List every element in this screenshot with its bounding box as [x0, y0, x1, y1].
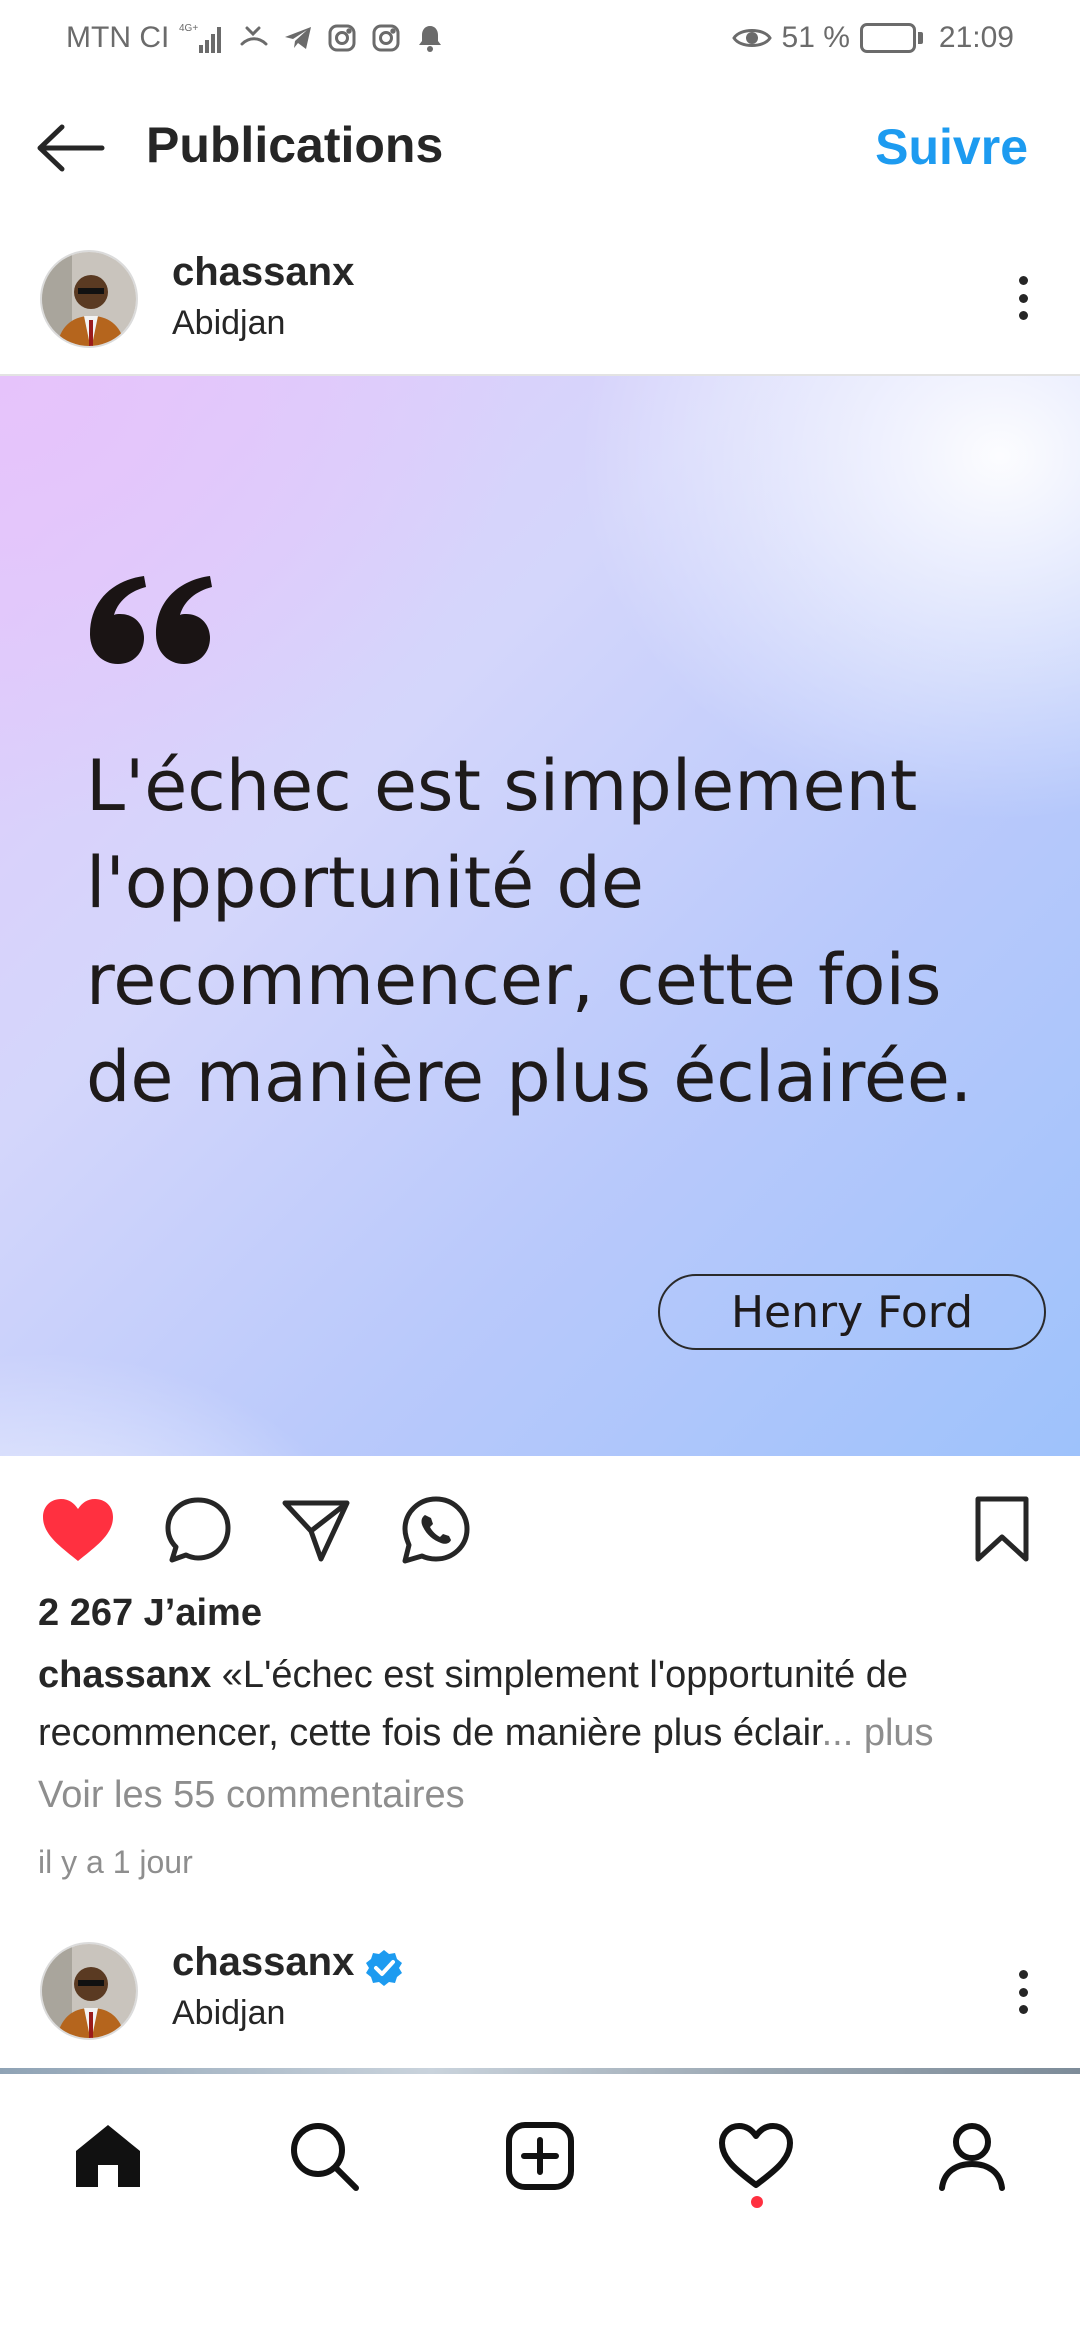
carrier-label: MTN CI — [66, 21, 170, 54]
avatar[interactable] — [40, 1942, 138, 2040]
top-bar: Publications Suivre — [0, 100, 1080, 196]
battery-percent: 51 % — [781, 21, 850, 54]
more-options-button[interactable] — [1008, 1962, 1038, 2022]
avatar-image — [42, 1944, 136, 2038]
save-button[interactable] — [964, 1492, 1040, 1568]
next-post-username[interactable]: chassanx — [172, 1940, 354, 1985]
post-header: chassanx Abidjan — [0, 240, 1080, 372]
create-icon — [506, 2122, 574, 2190]
back-button[interactable] — [34, 118, 114, 178]
comment-icon — [165, 1497, 231, 1563]
avatar[interactable] — [40, 250, 138, 348]
share-button[interactable] — [278, 1492, 354, 1568]
next-post-location[interactable]: Abidjan — [172, 1994, 285, 2033]
bookmark-icon — [975, 1496, 1029, 1562]
profile-icon — [939, 2123, 1005, 2191]
status-bar: MTN CI 4G+ 51 % 21:09 — [0, 0, 1080, 76]
caption-username[interactable]: chassanx — [38, 1654, 211, 1696]
likes-count[interactable]: 2 267 J’aime — [38, 1592, 262, 1635]
follow-button[interactable]: Suivre — [875, 118, 1028, 176]
post-timestamp: il y a 1 jour — [38, 1844, 193, 1880]
status-right: 51 % 21:09 — [731, 21, 1014, 55]
telegram-icon — [281, 21, 315, 55]
send-icon — [282, 1500, 350, 1562]
clock: 21:09 — [938, 21, 1014, 54]
quote-author: Henry Ford — [658, 1274, 1046, 1350]
instagram-icon — [369, 21, 403, 55]
avatar-image — [42, 252, 136, 346]
like-button[interactable] — [40, 1492, 116, 1568]
post-image[interactable]: L'échec est simplement l'opportunité de … — [0, 376, 1080, 1456]
nav-profile[interactable] — [932, 2116, 1012, 2196]
post-actions — [0, 1456, 1080, 1602]
nav-home[interactable] — [68, 2116, 148, 2196]
home-icon — [76, 2125, 140, 2187]
nav-search[interactable] — [284, 2116, 364, 2196]
view-comments-link[interactable]: Voir les 55 commentaires — [38, 1774, 465, 1817]
nav-activity[interactable] — [716, 2116, 796, 2196]
search-icon — [291, 2123, 359, 2191]
more-options-button[interactable] — [1008, 268, 1038, 328]
whatsapp-icon — [402, 1496, 470, 1564]
signal-icon: 4G+ — [179, 21, 227, 55]
back-arrow-icon — [37, 124, 105, 172]
caption-more-link[interactable]: ... plus — [822, 1712, 934, 1754]
post-caption: chassanx «L'échec est simplement l'oppor… — [38, 1646, 1048, 1762]
activity-icon — [719, 2123, 793, 2188]
post-location[interactable]: Abidjan — [172, 304, 285, 343]
instagram-icon — [325, 21, 359, 55]
eye-icon — [731, 21, 772, 55]
page-title: Publications — [146, 117, 444, 173]
network-label: 4G+ — [179, 23, 198, 34]
battery-icon — [859, 23, 923, 53]
bottom-nav — [0, 2074, 1080, 2230]
alarm-icon — [413, 21, 447, 55]
next-post-header: chassanx Abidjan — [0, 1940, 1080, 2070]
heart-filled-icon — [43, 1499, 113, 1561]
quote-mark-icon — [90, 576, 212, 664]
activity-notification-dot — [751, 2196, 763, 2208]
whatsapp-button[interactable] — [398, 1492, 474, 1568]
verified-badge-icon — [366, 1950, 402, 1986]
nav-create[interactable] — [500, 2116, 580, 2196]
quote-text: L'échec est simplement l'opportunité de … — [86, 745, 973, 1118]
comment-button[interactable] — [160, 1492, 236, 1568]
status-left: MTN CI 4G+ — [66, 21, 447, 55]
post-username[interactable]: chassanx — [172, 250, 354, 295]
missed-call-icon — [237, 21, 271, 55]
